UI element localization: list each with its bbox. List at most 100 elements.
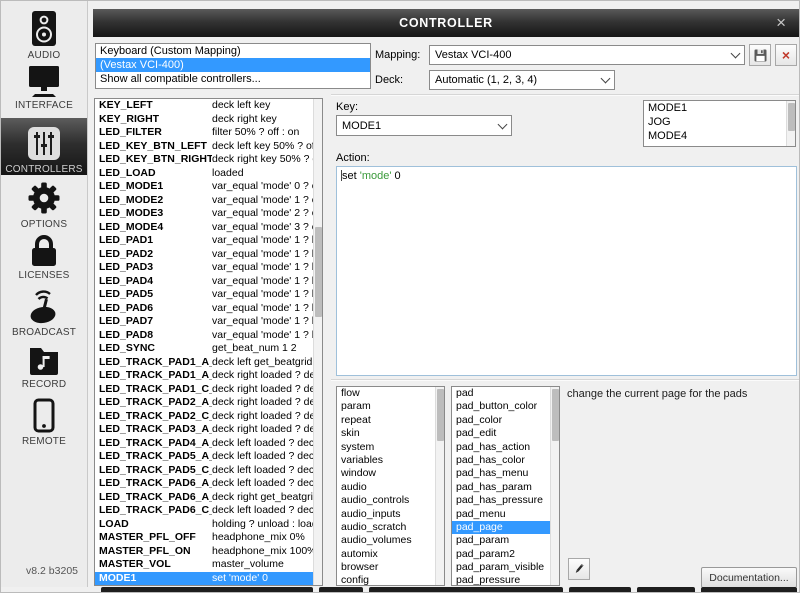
scrollbar-thumb[interactable] [552,389,559,441]
key-row[interactable]: LED_MODE3var_equal 'mode' 2 ? o [95,207,322,221]
scrollbar-thumb[interactable] [788,103,795,131]
category-item[interactable]: config [337,574,444,586]
action-scrollbar[interactable] [550,387,559,585]
sidebar-item-interface[interactable]: INTERFACE [1,63,87,111]
deck-select[interactable]: Automatic (1, 2, 3, 4) [429,70,615,90]
category-item[interactable]: audio_inputs [337,508,444,521]
key-row[interactable]: LED_MODE1var_equal 'mode' 0 ? o [95,180,322,194]
key-select[interactable]: MODE1 [336,115,512,136]
controller-option[interactable]: (Vestax VCI-400) [96,58,370,72]
action-item[interactable]: pad_edit [452,427,559,440]
key-row[interactable]: LOADholding ? unload : load [95,518,322,532]
key-row[interactable]: LED_PAD7var_equal 'mode' 1 ? lo [95,315,322,329]
controller-option[interactable]: Show all compatible controllers... [96,72,370,86]
category-item[interactable]: automix [337,548,444,561]
category-item[interactable]: audio_controls [337,494,444,507]
category-item[interactable]: audio_volumes [337,534,444,547]
sidebar-item-licenses[interactable]: LICENSES [1,231,87,281]
key-row[interactable]: LED_MODE2var_equal 'mode' 1 ? o [95,194,322,208]
sidebar-item-broadcast[interactable]: BROADCAST [1,286,87,338]
action-item[interactable]: pad_param_visible [452,561,559,574]
key-row[interactable]: LED_TRACK_PAD6_A_Ldeck left loaded ? dec… [95,477,322,491]
action-editor[interactable]: set 'mode' 0 [336,166,797,376]
sidebar-item-options[interactable]: OPTIONS [1,178,87,230]
key-row[interactable]: KEY_RIGHTdeck right key [95,113,322,127]
recent-list-scrollbar[interactable] [786,101,795,146]
save-mapping-button[interactable] [749,44,771,66]
sidebar-item-controllers[interactable]: CONTROLLERS [1,118,87,175]
action-item[interactable]: pad_pressure [452,574,559,586]
category-item[interactable]: audio_scratch [337,521,444,534]
key-row[interactable]: LED_PAD3var_equal 'mode' 1 ? lo [95,261,322,275]
action-item[interactable]: pad_button_color [452,400,559,413]
category-item[interactable]: variables [337,454,444,467]
key-row[interactable]: LED_PAD2var_equal 'mode' 1 ? lo [95,248,322,262]
key-row[interactable]: LED_TRACK_PAD5_A_Ldeck left loaded ? dec… [95,450,322,464]
key-name: LED_SYNC [99,342,212,356]
key-row[interactable]: LED_TRACK_PAD2_C_Fdeck right loaded ? de [95,410,322,424]
key-name: LED_TRACK_PAD6_A_L [99,477,212,491]
controller-option[interactable]: Keyboard (Custom Mapping) [96,44,370,58]
key-list-scrollbar[interactable] [313,99,322,585]
category-item[interactable]: flow [337,387,444,400]
key-row[interactable]: LED_PAD4var_equal 'mode' 1 ? lo [95,275,322,289]
key-row[interactable]: KEY_LEFTdeck left key [95,99,322,113]
key-row[interactable]: LED_PAD5var_equal 'mode' 1 ? lo [95,288,322,302]
sidebar-item-label: OPTIONS [1,219,87,230]
category-item[interactable]: browser [337,561,444,574]
recent-key-item[interactable]: JOG [644,115,795,129]
key-row[interactable]: LED_LOADloaded [95,167,322,181]
key-row[interactable]: LED_PAD8var_equal 'mode' 1 ? lo [95,329,322,343]
category-scrollbar[interactable] [435,387,444,585]
mapping-select[interactable]: Vestax VCI-400 [429,45,745,65]
key-row[interactable]: LED_TRACK_PAD6_A_Fdeck right get_beatgri… [95,491,322,505]
key-row[interactable]: MODE1set 'mode' 0 [95,572,322,586]
key-row[interactable]: LED_TRACK_PAD6_C_Ldeck left loaded ? dec… [95,504,322,518]
key-row[interactable]: LED_TRACK_PAD4_A_Ldeck left loaded ? dec… [95,437,322,451]
action-item[interactable]: pad_has_color [452,454,559,467]
action-item[interactable]: pad_menu [452,508,559,521]
key-row[interactable]: LED_SYNCget_beat_num 1 2 [95,342,322,356]
key-row[interactable]: MASTER_PFL_OFFheadphone_mix 0% [95,531,322,545]
sidebar-item-remote[interactable]: REMOTE [1,397,87,447]
key-row[interactable]: LED_KEY_BTN_RIGHTdeck right key 50% ? o [95,153,322,167]
key-row[interactable]: MASTER_VOLmaster_volume [95,558,322,572]
key-row[interactable]: LED_TRACK_PAD2_A_Fdeck right loaded ? de [95,396,322,410]
scrollbar-thumb[interactable] [437,389,444,441]
action-item[interactable]: pad_has_param [452,481,559,494]
close-icon[interactable]: × [776,13,786,33]
sidebar-item-audio[interactable]: AUDIO [1,9,87,61]
category-item[interactable]: param [337,400,444,413]
key-row[interactable]: LED_PAD1var_equal 'mode' 1 ? lo [95,234,322,248]
category-item[interactable]: window [337,467,444,480]
category-item[interactable]: system [337,441,444,454]
key-row[interactable]: LED_TRACK_PAD3_A_Fdeck right loaded ? de [95,423,322,437]
action-item[interactable]: pad_color [452,414,559,427]
key-row[interactable]: LED_KEY_BTN_LEFTdeck left key 50% ? off [95,140,322,154]
action-item[interactable]: pad_param [452,534,559,547]
action-item[interactable]: pad [452,387,559,400]
action-item[interactable]: pad_param2 [452,548,559,561]
recent-key-item[interactable]: MODE4 [644,129,795,143]
key-row[interactable]: LED_PAD6var_equal 'mode' 1 ? lo [95,302,322,316]
key-row[interactable]: LED_TRACK_PAD1_A_Fdeck right loaded ? de [95,369,322,383]
edit-action-button[interactable] [568,558,590,580]
action-item[interactable]: pad_page [452,521,559,534]
sidebar-item-record[interactable]: RECORD [1,342,87,390]
key-row[interactable]: LED_TRACK_PAD1_A_Ldeck left get_beatgrid… [95,356,322,370]
action-item[interactable]: pad_has_menu [452,467,559,480]
scrollbar-thumb[interactable] [315,227,322,317]
action-item[interactable]: pad_has_action [452,441,559,454]
key-row[interactable]: LED_MODE4var_equal 'mode' 3 ? o [95,221,322,235]
key-row[interactable]: MASTER_PFL_ONheadphone_mix 100% [95,545,322,559]
documentation-button[interactable]: Documentation... [701,567,797,588]
category-item[interactable]: skin [337,427,444,440]
action-item[interactable]: pad_has_pressure [452,494,559,507]
delete-mapping-button[interactable]: × [775,44,797,66]
recent-key-item[interactable]: MODE1 [644,101,795,115]
category-item[interactable]: repeat [337,414,444,427]
key-row[interactable]: LED_TRACK_PAD1_C_Fdeck right loaded ? de [95,383,322,397]
key-row[interactable]: LED_TRACK_PAD5_C_Ldeck left loaded ? dec… [95,464,322,478]
category-item[interactable]: audio [337,481,444,494]
key-row[interactable]: LED_FILTERfilter 50% ? off : on [95,126,322,140]
